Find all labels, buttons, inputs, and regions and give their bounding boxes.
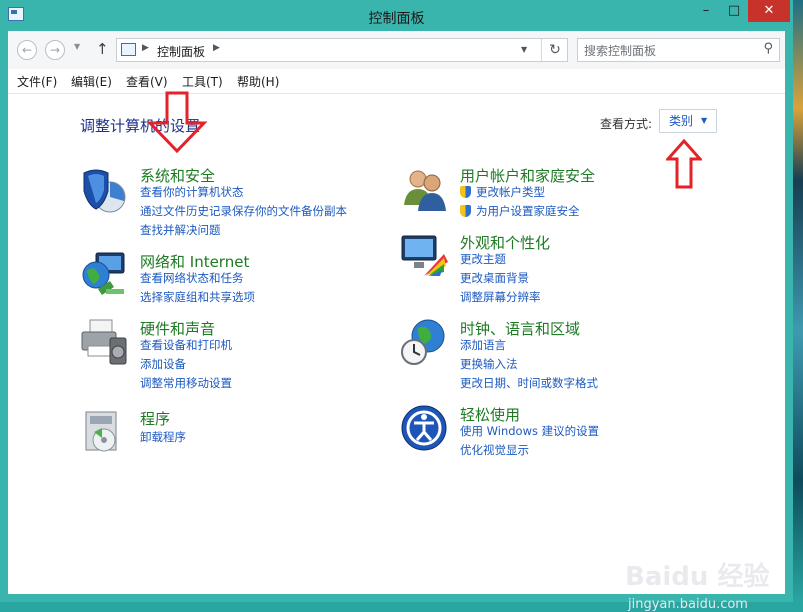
maximize-button[interactable]: □ xyxy=(720,0,748,22)
category-title[interactable]: 程序 xyxy=(140,408,170,429)
link-date-time-format[interactable]: 更改日期、时间或数字格式 xyxy=(460,375,598,391)
link-troubleshoot[interactable]: 查找并解决问题 xyxy=(140,222,221,238)
link-devices-printers[interactable]: 查看设备和打印机 xyxy=(140,337,232,353)
category-title[interactable]: 网络和 Internet xyxy=(140,251,249,272)
category-hardware-sound: 硬件和声音 查看设备和打印机 添加设备 调整常用移动设置 xyxy=(80,318,380,391)
accessibility-icon xyxy=(401,405,447,451)
menu-edit[interactable]: 编辑(E) xyxy=(71,73,112,90)
link-add-device[interactable]: 添加设备 xyxy=(140,356,186,372)
link-change-theme[interactable]: 更改主题 xyxy=(460,251,506,267)
category-title[interactable]: 轻松使用 xyxy=(460,404,520,425)
menu-divider xyxy=(8,93,785,94)
category-ease-of-access: 轻松使用 使用 Windows 建议的设置 优化视觉显示 xyxy=(400,404,720,458)
link-view-computer-status[interactable]: 查看你的计算机状态 xyxy=(140,184,244,200)
search-input[interactable] xyxy=(582,41,756,61)
link-homegroup-sharing[interactable]: 选择家庭组和共享选项 xyxy=(140,289,255,305)
category-network-internet: 网络和 Internet 查看网络状态和任务 选择家庭组和共享选项 xyxy=(80,251,380,305)
link-mobility-settings[interactable]: 调整常用移动设置 xyxy=(140,375,232,391)
desktop-background-strip xyxy=(793,0,803,602)
link-desktop-background[interactable]: 更改桌面背景 xyxy=(460,270,529,286)
link-change-account-type[interactable]: 更改帐户类型 xyxy=(476,184,545,200)
printer-icon xyxy=(81,319,127,365)
search-box[interactable]: ⚲ xyxy=(577,38,780,62)
network-globe-icon xyxy=(82,252,125,295)
annotation-arrow-down-icon xyxy=(146,91,208,153)
breadcrumb-chevron-icon[interactable]: ▶ xyxy=(213,43,220,53)
control-panel-window: 控制面板 – □ ✕ ← → ▼ ↑ ▶ 控制面板 ▶ ▼ ↻ ⚲ 文件(F) xyxy=(0,0,793,612)
link-optimize-visual-display[interactable]: 优化视觉显示 xyxy=(460,442,529,458)
category-appearance: 外观和个性化 更改主题 更改桌面背景 调整屏幕分辨率 xyxy=(400,232,720,305)
category-title[interactable]: 系统和安全 xyxy=(140,165,215,186)
address-history-dropdown[interactable]: ▼ xyxy=(521,45,527,54)
uac-shield-icon xyxy=(460,186,471,198)
search-icon[interactable]: ⚲ xyxy=(763,41,773,56)
link-change-input-method[interactable]: 更换输入法 xyxy=(460,356,518,372)
category-title[interactable]: 硬件和声音 xyxy=(140,318,215,339)
baidu-jingyan-watermark-logo: Baidu 经验 xyxy=(625,562,770,592)
breadcrumb-control-panel[interactable]: 控制面板 xyxy=(157,43,205,60)
menu-help[interactable]: 帮助(H) xyxy=(237,73,279,90)
link-family-safety[interactable]: 为用户设置家庭安全 xyxy=(476,203,580,219)
arrow-up-icon: ↑ xyxy=(96,40,109,58)
menu-tools[interactable]: 工具(T) xyxy=(182,73,223,90)
minimize-icon: – xyxy=(702,3,710,18)
link-add-language[interactable]: 添加语言 xyxy=(460,337,506,353)
refresh-icon: ↻ xyxy=(549,42,561,58)
arrow-left-icon: ← xyxy=(21,43,33,57)
category-title[interactable]: 用户帐户和家庭安全 xyxy=(460,165,595,186)
view-by-value: 类别 xyxy=(669,114,694,128)
breadcrumb-chevron-icon[interactable]: ▶ xyxy=(142,43,149,53)
category-title[interactable]: 时钟、语言和区域 xyxy=(460,318,580,339)
link-windows-recommended-settings[interactable]: 使用 Windows 建议的设置 xyxy=(460,423,599,439)
address-bar[interactable]: ▶ 控制面板 ▶ ▼ ↻ xyxy=(116,38,568,62)
back-button[interactable]: ← xyxy=(17,40,37,60)
arrow-right-icon: → xyxy=(49,43,61,57)
link-network-status[interactable]: 查看网络状态和任务 xyxy=(140,270,244,286)
uac-shield-icon xyxy=(460,205,471,217)
control-panel-icon xyxy=(121,43,136,56)
close-icon: ✕ xyxy=(763,3,775,18)
forward-button[interactable]: → xyxy=(45,40,65,60)
navigation-bar: ← → ▼ ↑ ▶ 控制面板 ▶ ▼ ↻ ⚲ xyxy=(8,31,785,69)
menu-view[interactable]: 查看(V) xyxy=(126,73,168,90)
link-file-history-backup[interactable]: 通过文件历史记录保存你的文件备份副本 xyxy=(140,203,347,219)
category-clock-language-region: 时钟、语言和区域 添加语言 更换输入法 更改日期、时间或数字格式 xyxy=(400,318,720,391)
view-by-dropdown[interactable]: 类别 ▼ xyxy=(659,109,717,133)
link-uninstall-program[interactable]: 卸载程序 xyxy=(140,429,186,445)
programs-box-icon xyxy=(85,411,117,452)
recent-locations-dropdown[interactable]: ▼ xyxy=(74,42,80,51)
chevron-down-icon: ▼ xyxy=(701,116,708,125)
maximize-icon: □ xyxy=(727,3,741,18)
watermark-url: jingyan.baidu.com xyxy=(628,597,748,612)
users-icon xyxy=(404,170,446,211)
category-programs: 程序 卸载程序 xyxy=(80,408,380,456)
client-area: ← → ▼ ↑ ▶ 控制面板 ▶ ▼ ↻ ⚲ 文件(F) 编辑(E) 查看(V)… xyxy=(8,31,785,612)
minimize-button[interactable]: – xyxy=(692,0,720,22)
menu-bar: 文件(F) 编辑(E) 查看(V) 工具(T) 帮助(H) xyxy=(8,69,785,93)
category-system-security: 系统和安全 查看你的计算机状态 通过文件历史记录保存你的文件备份副本 查找并解决… xyxy=(80,165,380,238)
display-palette-icon xyxy=(401,235,448,276)
refresh-button[interactable]: ↻ xyxy=(541,39,568,61)
view-by-label: 查看方式: xyxy=(600,117,653,131)
annotation-arrow-up-icon xyxy=(666,139,702,189)
window-title: 控制面板 xyxy=(368,11,425,27)
up-button[interactable]: ↑ xyxy=(96,40,109,58)
category-title[interactable]: 外观和个性化 xyxy=(460,232,550,253)
menu-file[interactable]: 文件(F) xyxy=(17,73,57,90)
security-shield-icon xyxy=(83,169,126,213)
link-screen-resolution[interactable]: 调整屏幕分辨率 xyxy=(460,289,541,305)
clock-globe-icon xyxy=(401,319,445,365)
close-button[interactable]: ✕ xyxy=(748,0,790,22)
title-bar[interactable]: 控制面板 – □ ✕ xyxy=(0,0,793,31)
